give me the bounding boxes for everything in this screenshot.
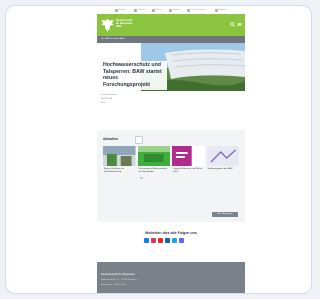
- instagram-icon[interactable]: [151, 238, 156, 243]
- footer-address: Kußmaulstraße 17 · 76187 Karlsruhe: [101, 279, 137, 281]
- news-thumbnail: [172, 146, 205, 166]
- social-links: [144, 238, 184, 243]
- arrow-right-icon[interactable]: [135, 136, 143, 144]
- utility-nav-item-english[interactable]: English: [215, 7, 226, 13]
- hero-more-link[interactable]: Mehr: [101, 102, 106, 104]
- mail-icon: [169, 8, 172, 12]
- lock-icon: [115, 8, 118, 12]
- news-card[interactable]: Tagung Schleusen und Wehre 2024: [172, 146, 205, 178]
- facebook-icon[interactable]: [144, 238, 149, 243]
- utility-nav-label: Termine: [138, 9, 146, 11]
- site-header: Bundesanstalt für Wasserbau BAW: [97, 14, 245, 36]
- webpage: Intranet Termine Presse Kontakt Leichte …: [97, 6, 245, 293]
- social-heading: Weiterhin dies alle Folgen uns: [145, 231, 197, 235]
- utility-nav: Intranet Termine Presse Kontakt Leichte …: [97, 6, 245, 14]
- site-footer: Bundesanstalt für Wasserbau Kußmaulstraß…: [97, 262, 245, 293]
- utility-nav-item-termine[interactable]: Termine: [134, 7, 145, 13]
- news-card-text: Tagung Schleusen und Wehre 2024: [173, 168, 203, 173]
- news-heading: Aktuelles: [103, 137, 119, 141]
- news-card[interactable]: Stellenangebote der BAW: [206, 146, 239, 178]
- menu-icon[interactable]: [237, 22, 242, 27]
- hero-meta: Pressemitteilung: [101, 94, 118, 96]
- hero-teaser[interactable]: Hochwasserschutz und Talsperren: BAW sta…: [97, 43, 245, 91]
- footer-title: Bundesanstalt für Wasserbau: [101, 273, 135, 276]
- news-thumbnail: [206, 146, 239, 166]
- hero-headline[interactable]: Hochwasserschutz und Talsperren: BAW sta…: [101, 61, 167, 91]
- utility-nav-item-kontakt[interactable]: Kontakt: [169, 7, 180, 13]
- language-icon: [187, 8, 190, 12]
- search-icon[interactable]: [230, 22, 235, 27]
- logo-wordmark[interactable]: Bundesanstalt für Wasserbau BAW: [116, 19, 156, 28]
- news-list: Neues Verfahren zur Sohlstabilisierung F…: [103, 146, 239, 179]
- hero-date: 24.03.2024: [101, 98, 112, 100]
- linkedin-icon[interactable]: [165, 238, 170, 243]
- news-card[interactable]: Neues Verfahren zur Sohlstabilisierung: [103, 146, 136, 178]
- all-news-button[interactable]: Alle Meldungen: [212, 212, 238, 217]
- footer-links[interactable]: Impressum · Datenschutz: [101, 284, 126, 286]
- logo-line: BAW: [116, 24, 122, 28]
- breadcrumb: Die BAW auf einen Blick: [97, 36, 245, 43]
- utility-nav-item-presse[interactable]: Presse: [152, 7, 162, 13]
- globe-icon: [215, 8, 218, 12]
- breadcrumb-link[interactable]: Die BAW auf einen Blick: [101, 38, 125, 40]
- utility-nav-item-intranet[interactable]: Intranet: [115, 7, 126, 13]
- twitter-icon[interactable]: [172, 238, 177, 243]
- news-section: Aktuelles Neues Verfahren zur Sohlstabil…: [97, 130, 245, 222]
- screenshot-frame: Intranet Termine Presse Kontakt Leichte …: [5, 5, 312, 294]
- mastodon-icon[interactable]: [179, 238, 184, 243]
- eagle-logo-icon[interactable]: [101, 18, 114, 32]
- news-thumbnail: [103, 146, 136, 166]
- utility-nav-label: Presse: [156, 9, 163, 11]
- calendar-icon: [134, 8, 137, 12]
- news-card-text: Stellenangebote der BAW: [207, 168, 233, 170]
- utility-nav-label: Leichte Sprache: [191, 9, 206, 11]
- news-thumbnail: [137, 146, 170, 166]
- news-card[interactable]: Forschung zu Wasserstraßen im Klimawande…: [137, 146, 170, 179]
- utility-nav-label: Kontakt: [173, 9, 180, 11]
- megaphone-icon: [152, 8, 155, 12]
- utility-nav-label: Intranet: [119, 9, 126, 11]
- utility-nav-item-leichte-sprache[interactable]: Leichte Sprache: [187, 7, 205, 13]
- news-card-text: Forschung zu Wasserstraßen im Klimawande…: [138, 168, 168, 173]
- youtube-icon[interactable]: [158, 238, 163, 243]
- tag-marker: [139, 177, 143, 179]
- news-card-text: Neues Verfahren zur Sohlstabilisierung: [104, 168, 125, 173]
- utility-nav-label: English: [219, 9, 226, 11]
